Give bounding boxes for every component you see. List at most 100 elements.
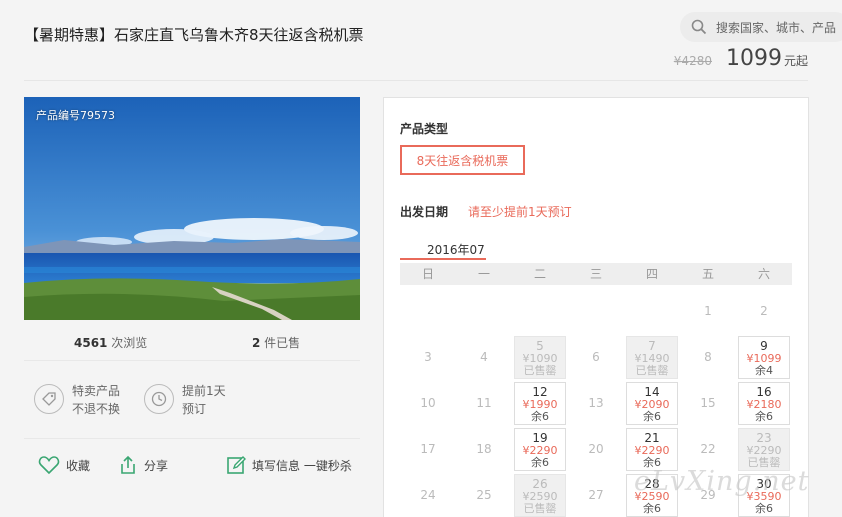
calendar-day-active[interactable]: 19 ¥2290 余6	[514, 428, 566, 471]
day-number: 27	[588, 488, 604, 502]
tag-icon	[34, 384, 64, 414]
calendar-day: 20	[570, 428, 622, 471]
search-icon	[691, 19, 707, 35]
day-remaining: 余6	[755, 410, 773, 423]
calendar-day: 10	[402, 382, 454, 425]
calendar-day-sold: 7 ¥1490 已售罄	[626, 336, 678, 379]
weekday-header: 日 一 二 三 四 五 六	[400, 263, 792, 285]
day-remaining: 已售罄	[523, 364, 557, 377]
calendar-day: 11	[458, 382, 510, 425]
search-input[interactable]: 搜索国家、城市、产品	[680, 12, 842, 42]
sold-count: 2 件已售	[252, 336, 301, 350]
feature-special-sale: 特卖产品 不退不换	[34, 382, 120, 418]
day-remaining: 已售罄	[523, 502, 557, 515]
favorite-label: 收藏	[66, 458, 91, 473]
calendar-day-active[interactable]: 12 ¥1990 余6	[514, 382, 566, 425]
page-title: 【暑期特惠】石家庄直飞乌鲁木齐8天往返含税机票	[24, 26, 364, 44]
calendar-day: 22	[682, 428, 734, 471]
day-number: 4	[480, 350, 488, 364]
day-number: 8	[704, 350, 712, 364]
weekday-label: 三	[589, 267, 602, 281]
calendar-day: 8	[682, 336, 734, 379]
quick-order-button[interactable]: 填写信息 一键秒杀	[226, 455, 352, 475]
heart-icon	[38, 456, 60, 475]
calendar-day: 17	[402, 428, 454, 471]
favorite-button[interactable]: 收藏	[38, 455, 90, 475]
views-count: 4561 次浏览	[74, 336, 148, 350]
watermark: eLvXing.net	[634, 466, 810, 497]
original-price: ¥4280	[673, 54, 712, 68]
calendar-day-sold: 5 ¥1090 已售罄	[514, 336, 566, 379]
calendar-day-active[interactable]: 21 ¥2290 余6	[626, 428, 678, 471]
share-label: 分享	[144, 458, 169, 473]
day-number: 22	[700, 442, 716, 456]
calendar-day: 25	[458, 474, 510, 517]
booking-hint: 请至少提前1天预订	[468, 205, 572, 219]
day-number: 17	[420, 442, 436, 456]
calendar-day: 6	[570, 336, 622, 379]
product-stats: 4561 次浏览 2 件已售	[24, 330, 360, 358]
day-number: 18	[476, 442, 492, 456]
day-number: 2	[760, 304, 768, 318]
day-number: 10	[420, 396, 436, 410]
edit-icon	[227, 456, 246, 474]
day-remaining: 余6	[643, 410, 661, 423]
calendar-day: 3	[402, 336, 454, 379]
month-tab[interactable]: 2016年07	[427, 241, 485, 258]
day-remaining: 已售罄	[635, 364, 669, 377]
quick-order-label: 填写信息 一键秒杀	[252, 458, 352, 473]
calendar-day: 27	[570, 474, 622, 517]
booking-panel: 产品类型 8天往返含税机票 出发日期 请至少提前1天预订 2016年07 日 一…	[383, 97, 809, 517]
day-remaining: 余6	[643, 502, 661, 515]
calendar-day: 18	[458, 428, 510, 471]
current-price: 1099	[725, 46, 782, 71]
clock-icon	[144, 384, 174, 414]
calendar-day: 15	[682, 382, 734, 425]
day-number: 13	[588, 396, 604, 410]
month-tab-underline	[400, 258, 486, 260]
weekday-label: 二	[533, 267, 546, 281]
weekday-label: 六	[757, 267, 770, 281]
calendar-day: 2	[738, 290, 790, 333]
calendar-day-active[interactable]: 14 ¥2090 余6	[626, 382, 678, 425]
day-number: 25	[476, 488, 492, 502]
calendar-day: 24	[402, 474, 454, 517]
product-id-label: 产品编号79573	[36, 109, 115, 122]
calendar-day: 4	[458, 336, 510, 379]
day-number: 1	[704, 304, 712, 318]
calendar-day-active[interactable]: 9 ¥1099 余4	[738, 336, 790, 379]
calendar-day-active[interactable]: 16 ¥2180 余6	[738, 382, 790, 425]
calendar-day-sold: 23 ¥2290 已售罄	[738, 428, 790, 471]
feature-line: 提前1天	[182, 384, 226, 398]
day-remaining: 余6	[531, 410, 549, 423]
feature-advance-booking: 提前1天 预订	[144, 382, 226, 418]
day-number: 15	[700, 396, 716, 410]
calendar-day: 13	[570, 382, 622, 425]
product-photo: 产品编号79573	[24, 97, 360, 320]
divider	[24, 438, 360, 439]
price-block: ¥4280 1099 元起	[674, 46, 808, 71]
day-number: 11	[476, 396, 492, 410]
feature-line: 不退不换	[72, 402, 121, 416]
search-placeholder: 搜索国家、城市、产品	[716, 20, 837, 35]
weekday-label: 四	[645, 267, 658, 281]
product-type-option[interactable]: 8天往返含税机票	[400, 145, 525, 175]
day-number: 6	[592, 350, 600, 364]
calendar-day-sold: 26 ¥2590 已售罄	[514, 474, 566, 517]
weekday-label: 一	[477, 267, 490, 281]
calendar-day: 1	[682, 290, 734, 333]
price-unit: 元起	[783, 54, 808, 68]
day-number: 3	[424, 350, 432, 364]
departure-date-label: 出发日期	[400, 205, 449, 219]
share-icon	[121, 455, 135, 474]
feature-line: 特卖产品	[72, 384, 121, 398]
product-type-label: 产品类型	[400, 122, 449, 136]
day-number: 20	[588, 442, 604, 456]
lake-landscape-image	[24, 97, 360, 320]
weekday-label: 五	[701, 267, 714, 281]
day-remaining: 余6	[531, 456, 549, 469]
divider	[24, 360, 360, 361]
day-remaining: 余6	[755, 502, 773, 515]
feature-line: 预订	[182, 402, 207, 416]
share-button[interactable]: 分享	[118, 455, 168, 475]
